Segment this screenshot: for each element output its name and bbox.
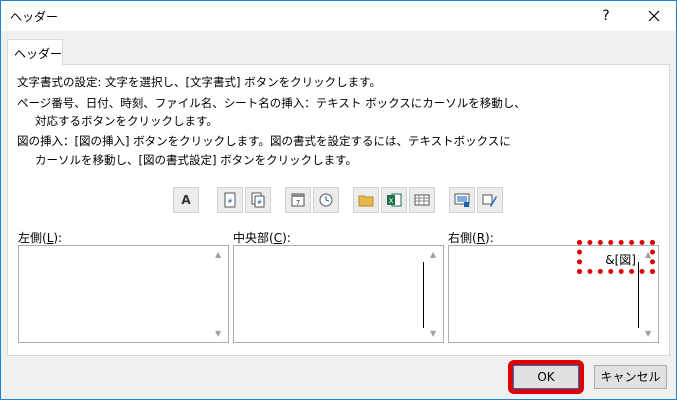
folder-icon: [358, 195, 374, 207]
center-section-label: 中央部(C):: [233, 231, 291, 245]
instruction-line-2: ページ番号、日付、時刻、ファイル名、シート名の挿入：テキスト ボックスにカーソル…: [17, 96, 526, 110]
scroll-up-icon[interactable]: ▲: [430, 250, 436, 259]
svg-text:X: X: [389, 197, 394, 205]
tab-header-label: ヘッダー: [14, 47, 63, 61]
insert-date-button[interactable]: 7: [285, 187, 311, 213]
left-section-label: 左側(L):: [18, 231, 63, 245]
insert-page-number-button[interactable]: #: [217, 187, 243, 213]
clock-icon: [319, 193, 333, 207]
excel-file-icon: X: [387, 193, 402, 207]
dialog-title: ヘッダー: [10, 10, 59, 24]
format-picture-button[interactable]: [477, 187, 503, 213]
instruction-line-5: カーソルを移動し、[図の書式設定] ボタンをクリックします。: [35, 153, 357, 167]
left-section-input[interactable]: ▲ ▼: [18, 245, 229, 343]
right-section-label: 右側(R):: [448, 231, 494, 245]
calendar-icon: 7: [291, 193, 305, 207]
scroll-down-icon[interactable]: ▼: [645, 329, 651, 338]
instruction-line-4: 図の挿入：[図の挿入] ボタンをクリックします。図の書式を設定するには、テキスト…: [17, 134, 511, 148]
svg-text:7: 7: [296, 199, 300, 207]
text-cursor: [423, 262, 424, 328]
svg-text:#: #: [257, 199, 262, 206]
tab-header[interactable]: ヘッダー: [7, 39, 63, 66]
center-section-scrollbar[interactable]: ▲ ▼: [423, 246, 443, 342]
close-icon: [648, 10, 660, 22]
ok-button-highlight: [508, 360, 584, 394]
instruction-line-3: 対応するボタンをクリックします。: [35, 114, 218, 128]
picture-code-highlight: [577, 240, 655, 274]
insert-file-path-button[interactable]: [353, 187, 379, 213]
format-text-icon: A: [181, 193, 191, 207]
left-section-scrollbar[interactable]: ▲ ▼: [211, 246, 228, 342]
scroll-down-icon[interactable]: ▼: [215, 329, 221, 338]
svg-text:#: #: [227, 198, 232, 205]
insert-number-of-pages-button[interactable]: #: [245, 187, 271, 213]
cancel-button[interactable]: キャンセル: [594, 365, 667, 389]
insert-picture-button[interactable]: [449, 187, 475, 213]
number-of-pages-icon: #: [251, 192, 265, 208]
page-number-icon: #: [224, 192, 236, 208]
format-picture-icon: [482, 194, 497, 207]
insert-sheet-name-button[interactable]: [409, 187, 435, 213]
help-button[interactable]: ?: [591, 3, 621, 29]
picture-icon: [454, 193, 470, 207]
title-bar: ヘッダー ?: [1, 1, 676, 31]
sheet-icon: [414, 194, 430, 206]
insert-file-name-button[interactable]: X: [381, 187, 407, 213]
instruction-line-1: 文字書式の設定: 文字を選択し、[文字書式] ボタンをクリックします。: [17, 75, 382, 89]
close-button[interactable]: [636, 3, 672, 29]
format-text-button[interactable]: A: [173, 187, 199, 213]
scroll-down-icon[interactable]: ▼: [430, 329, 436, 338]
scroll-up-icon[interactable]: ▲: [215, 250, 221, 259]
center-section-input[interactable]: ▲ ▼: [233, 245, 444, 343]
insert-time-button[interactable]: [313, 187, 339, 213]
